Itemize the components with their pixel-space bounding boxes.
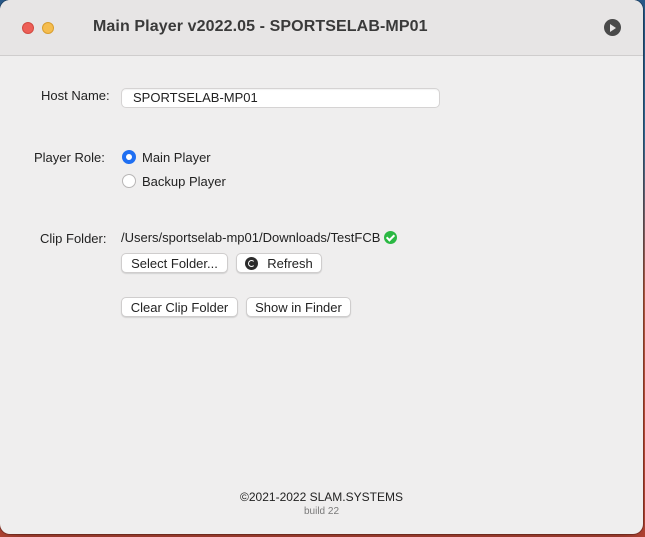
backup-player-label: Backup Player xyxy=(142,173,226,189)
main-player-label: Main Player xyxy=(142,149,211,165)
host-name-field[interactable]: SPORTSELAB-MP01 xyxy=(121,88,440,108)
main-window: Main Player v2022.05 - SPORTSELAB-MP01 H… xyxy=(0,0,643,534)
clear-clip-folder-label: Clear Clip Folder xyxy=(130,299,229,315)
clip-folder-label: Clip Folder: xyxy=(40,231,107,246)
build-number: build 22 xyxy=(303,506,340,517)
role-option-main-player[interactable]: Main Player xyxy=(122,148,211,166)
copyright-text: ©2021-2022 SLAM.SYSTEMS xyxy=(240,490,403,504)
player-role-label: Player Role: xyxy=(34,150,105,165)
minimize-window-button[interactable] xyxy=(42,22,54,34)
clear-clip-folder-button[interactable]: Clear Clip Folder xyxy=(121,297,238,317)
backup-player-radio[interactable] xyxy=(122,174,136,188)
close-window-button[interactable] xyxy=(22,22,34,34)
refresh-label: Refresh xyxy=(267,255,313,271)
role-option-backup-player[interactable]: Backup Player xyxy=(122,172,226,190)
host-name-label: Host Name: xyxy=(41,88,110,103)
refresh-icon xyxy=(245,256,259,270)
select-folder-button[interactable]: Select Folder... xyxy=(121,253,228,273)
show-in-finder-label: Show in Finder xyxy=(255,299,342,315)
main-player-radio[interactable] xyxy=(122,150,136,164)
title-bar[interactable]: Main Player v2022.05 - SPORTSELAB-MP01 xyxy=(0,0,643,56)
clip-folder-path: /Users/sportselab-mp01/Downloads/TestFCB xyxy=(121,230,381,245)
refresh-button[interactable]: Refresh xyxy=(236,253,322,273)
select-folder-label: Select Folder... xyxy=(131,255,218,271)
checkmark-circle-icon xyxy=(384,231,397,244)
show-in-finder-button[interactable]: Show in Finder xyxy=(246,297,351,317)
play-icon[interactable] xyxy=(604,19,621,36)
window-title: Main Player v2022.05 - SPORTSELAB-MP01 xyxy=(93,18,428,35)
